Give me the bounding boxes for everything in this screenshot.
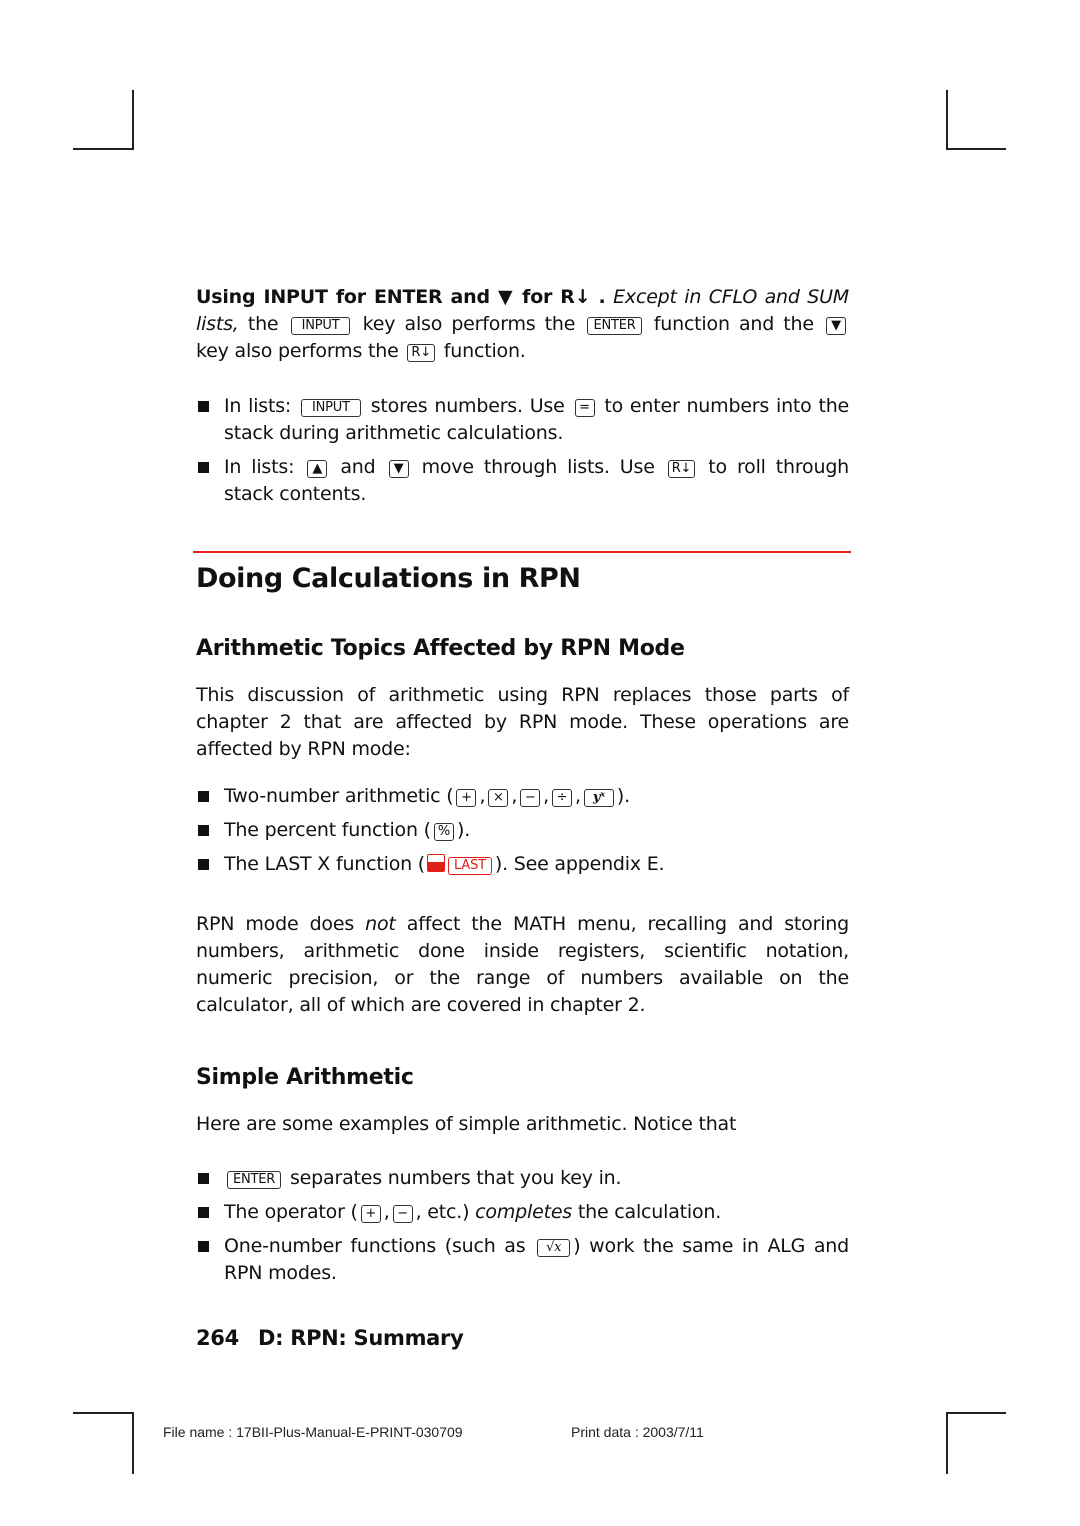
- text: RPN mode does: [196, 913, 355, 935]
- crop-mark-tl-v: [132, 90, 134, 149]
- text: the: [247, 313, 279, 335]
- text: the calculation.: [577, 1201, 722, 1223]
- section-rule: [193, 551, 851, 553]
- page-footer: 264 D: RPN: Summary: [196, 1326, 464, 1350]
- text: separates numbers that you key in.: [289, 1167, 622, 1189]
- percent-key: %: [433, 823, 455, 841]
- intro-bold-lead: Using INPUT for ENTER and ▼ for R↓ .: [196, 286, 606, 308]
- input-key: INPUT: [301, 399, 361, 417]
- text: Two-number arithmetic (: [224, 785, 454, 807]
- paragraph: RPN mode does not affect the MATH menu, …: [196, 911, 849, 1019]
- text: ).: [457, 819, 471, 841]
- crop-mark-bl-v: [132, 1412, 134, 1474]
- print-file-name: File name : 17BII-Plus-Manual-E-PRINT-03…: [163, 1424, 463, 1440]
- list-item: In lists: ▲ and ▼ move through lists. Us…: [196, 454, 849, 508]
- text: function.: [443, 340, 526, 362]
- crop-mark-br-h: [946, 1412, 1006, 1414]
- minus-key: −: [392, 1205, 413, 1223]
- crop-mark-bl-h: [73, 1412, 134, 1414]
- text: stores numbers. Use: [370, 395, 565, 417]
- emphasis: completes: [475, 1201, 573, 1223]
- equals-key: =: [574, 399, 595, 417]
- page-number: 264: [196, 1326, 239, 1350]
- minus-key: −: [520, 789, 541, 807]
- plus-key: +: [456, 789, 477, 807]
- lists-bullets: In lists: INPUT stores numbers. Use = to…: [196, 393, 849, 508]
- crop-mark-tl-h: [73, 148, 134, 150]
- text: The operator (: [224, 1201, 358, 1223]
- sqrt-key: √x: [537, 1239, 571, 1257]
- enter-key: ENTER: [587, 317, 642, 335]
- text: key also performs the: [362, 313, 576, 335]
- text: key also performs the: [196, 340, 399, 362]
- enter-key: ENTER: [227, 1171, 282, 1189]
- text: , etc.): [415, 1201, 470, 1223]
- crop-mark-br-v: [946, 1412, 948, 1474]
- list-item: Two-number arithmetic (+, ×, −, ÷, yˣ).: [196, 783, 849, 810]
- list-item: In lists: INPUT stores numbers. Use = to…: [196, 393, 849, 447]
- list-item: The percent function (%).: [196, 817, 849, 844]
- shift-key-icon: [427, 854, 446, 872]
- list-item: The operator (+, −, etc.) completes the c…: [196, 1199, 849, 1226]
- arithmetic-topics-body: This discussion of arithmetic using RPN …: [196, 682, 849, 1019]
- power-key: yˣ: [583, 789, 614, 807]
- input-key: INPUT: [290, 317, 351, 335]
- roll-down-key: R↓: [407, 344, 435, 362]
- emphasis: not: [365, 913, 396, 935]
- simple-arithmetic-body: Here are some examples of simple arithme…: [196, 1111, 849, 1287]
- text: One-number functions (such as: [224, 1235, 526, 1257]
- multiply-key: ×: [488, 789, 509, 807]
- print-date: Print data : 2003/7/11: [571, 1424, 704, 1440]
- subsection-title-simple-arithmetic: Simple Arithmetic: [196, 1065, 414, 1090]
- text: and: [340, 456, 376, 478]
- crop-mark-tr-h: [946, 148, 1006, 150]
- paragraph: This discussion of arithmetic using RPN …: [196, 684, 849, 760]
- up-arrow-key-icon: ▲: [307, 460, 328, 478]
- intro-paragraph: Using INPUT for ENTER and ▼ for R↓ . Exc…: [196, 284, 849, 365]
- list-item: ENTER separates numbers that you key in.: [196, 1165, 849, 1192]
- text: ).: [616, 785, 630, 807]
- text: function and the: [653, 313, 814, 335]
- down-arrow-key-icon: ▼: [388, 460, 409, 478]
- text: In lists:: [224, 395, 292, 417]
- roll-down-key: R↓: [667, 460, 696, 478]
- section-title: Doing Calculations in RPN: [196, 563, 581, 594]
- subsection-title-arithmetic-topics: Arithmetic Topics Affected by RPN Mode: [196, 636, 685, 661]
- plus-key: +: [360, 1205, 381, 1223]
- list-item: One-number functions (such as √x) work t…: [196, 1233, 849, 1287]
- down-arrow-key-icon: ▼: [826, 317, 847, 335]
- text: The percent function (: [224, 819, 431, 841]
- paragraph: Here are some examples of simple arithme…: [196, 1113, 737, 1135]
- running-footer-section: D: RPN: Summary: [257, 1326, 464, 1350]
- text: The LAST X function (: [224, 853, 426, 875]
- crop-mark-tr-v: [946, 90, 948, 149]
- text: ). See appendix E.: [494, 853, 665, 875]
- divide-key: ÷: [552, 789, 573, 807]
- text: In lists:: [224, 456, 295, 478]
- text: move through lists. Use: [421, 456, 655, 478]
- list-item: The LAST X function ( LAST). See appendix…: [196, 851, 849, 878]
- last-key: LAST: [448, 857, 492, 875]
